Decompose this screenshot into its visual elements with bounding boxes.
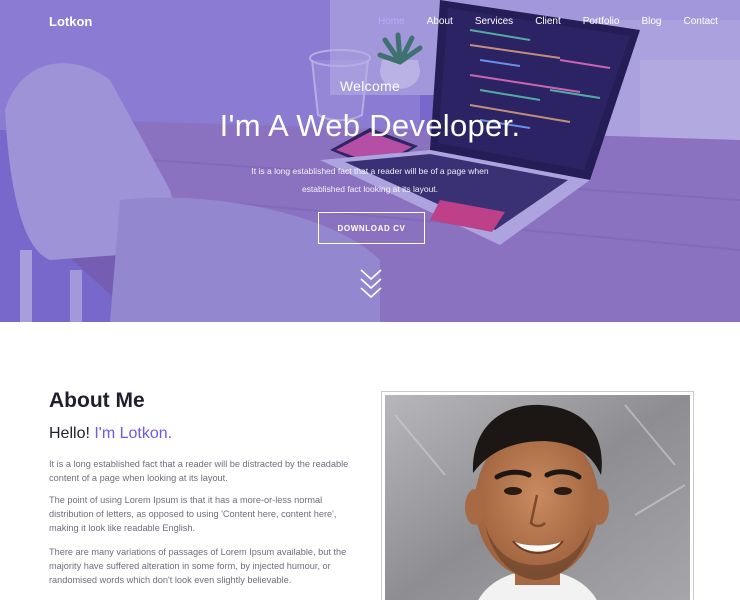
greeting-name: I'm Lotkon. — [94, 425, 173, 442]
hero-description: It is a long established fact that a rea… — [251, 166, 489, 194]
nav-item-contact[interactable]: Contact — [683, 16, 717, 27]
profile-photo-illustration — [385, 395, 690, 600]
hero-subtitle: Welcome — [339, 78, 401, 94]
about-paragraph-3: There are many variations of passages of… — [49, 547, 347, 585]
greeting-hello: Hello! — [49, 425, 95, 442]
about-heading-rest: Me — [109, 389, 145, 412]
nav-item-services[interactable]: Services — [475, 16, 513, 27]
profile-photo — [385, 395, 690, 600]
chevron-double-down-icon[interactable] — [359, 266, 383, 302]
about-heading-bold: About — [49, 389, 110, 412]
about-paragraph-1: It is a long established fact that a rea… — [49, 459, 349, 483]
about-heading: About Me — [49, 389, 145, 413]
hero-section: Lotkon Home About Services Client Portfo… — [0, 0, 740, 322]
nav-item-about[interactable]: About — [427, 16, 453, 27]
hero-title: I'm A Web Developer. — [219, 108, 521, 143]
about-paragraph-2: The point of using Lorem Ipsum is that i… — [49, 495, 337, 533]
main-nav: Home About Services Client Portfolio Blo… — [378, 16, 740, 27]
profile-photo-frame — [381, 391, 694, 600]
download-cv-button[interactable]: DOWNLOAD CV — [318, 212, 425, 244]
about-greeting: Hello! I'm Lotkon. — [49, 425, 172, 443]
nav-item-client[interactable]: Client — [535, 16, 561, 27]
brand-logo[interactable]: Lotkon — [49, 14, 92, 29]
nav-item-portfolio[interactable]: Portfolio — [583, 16, 620, 27]
nav-item-home[interactable]: Home — [378, 16, 405, 27]
nav-item-blog[interactable]: Blog — [641, 16, 661, 27]
